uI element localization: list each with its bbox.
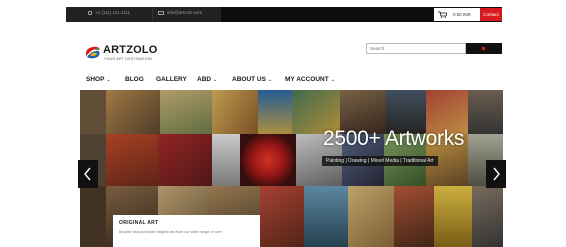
chevron-left-icon — [84, 167, 91, 181]
search-bar — [366, 43, 502, 54]
cart-total: 0.00 INR — [453, 12, 471, 17]
cart-button[interactable]: 0.00 INR — [434, 8, 480, 21]
chevron-down-icon: ⌄ — [267, 77, 273, 83]
chevron-right-icon — [493, 167, 500, 181]
nav-item-my-account[interactable]: MY ACCOUNT ⌄ — [285, 76, 335, 83]
caption-text: Browse and purchase original art from ou… — [119, 230, 222, 234]
nav-item-abd[interactable]: ABD ⌄ — [197, 76, 217, 83]
hero-categories: Painting | Drawing | Mixed Media | Tradi… — [322, 156, 438, 166]
slider-next-button[interactable] — [486, 160, 506, 188]
mail-icon — [158, 11, 164, 15]
top-bar: +1 (111) 111-1111 info@artzolo.com 0.00 … — [66, 7, 502, 22]
nav-label: ABD — [197, 76, 212, 83]
nav-item-blog[interactable]: BLOG — [125, 76, 144, 83]
contact-button[interactable]: Contact — [480, 8, 502, 21]
site-logo[interactable]: ARTZOLO YOUR ART DESTINATION — [84, 44, 164, 64]
hero-caption-card: ORIGINAL ART Browse and purchase origina… — [113, 215, 260, 247]
email-text: info@artzolo.com — [167, 10, 203, 15]
hero-headline: 2500+ Artworks — [323, 127, 465, 150]
search-input[interactable] — [366, 43, 466, 54]
nav-item-gallery[interactable]: GALLERY — [156, 76, 187, 83]
chevron-down-icon: ⌄ — [213, 77, 218, 83]
brand-tagline: YOUR ART DESTINATION — [104, 57, 153, 61]
phone-icon — [88, 11, 92, 15]
nav-label: GALLERY — [156, 76, 187, 83]
phone-text: +1 (111) 111-1111 — [95, 10, 130, 15]
email-address[interactable]: info@artzolo.com — [158, 10, 202, 15]
cart-icon — [438, 11, 447, 18]
nav-label: MY ACCOUNT — [285, 76, 329, 83]
brand-name: ARTZOLO — [103, 44, 158, 56]
logo-icon — [85, 46, 100, 59]
search-icon — [482, 47, 485, 50]
nav-label: ABOUT US — [232, 76, 266, 83]
caption-title: ORIGINAL ART — [119, 220, 159, 226]
nav-label: BLOG — [125, 76, 144, 83]
nav-label: SHOP — [86, 76, 105, 83]
nav-item-about-us[interactable]: ABOUT US ⌄ — [232, 76, 272, 83]
divider — [152, 7, 153, 22]
chevron-down-icon: ⌄ — [330, 77, 335, 83]
slider-prev-button[interactable] — [78, 160, 98, 188]
chevron-down-icon: ⌄ — [106, 77, 111, 83]
search-button[interactable] — [466, 43, 502, 54]
phone-number[interactable]: +1 (111) 111-1111 — [88, 10, 130, 15]
nav-item-shop[interactable]: SHOP ⌄ — [86, 76, 111, 83]
